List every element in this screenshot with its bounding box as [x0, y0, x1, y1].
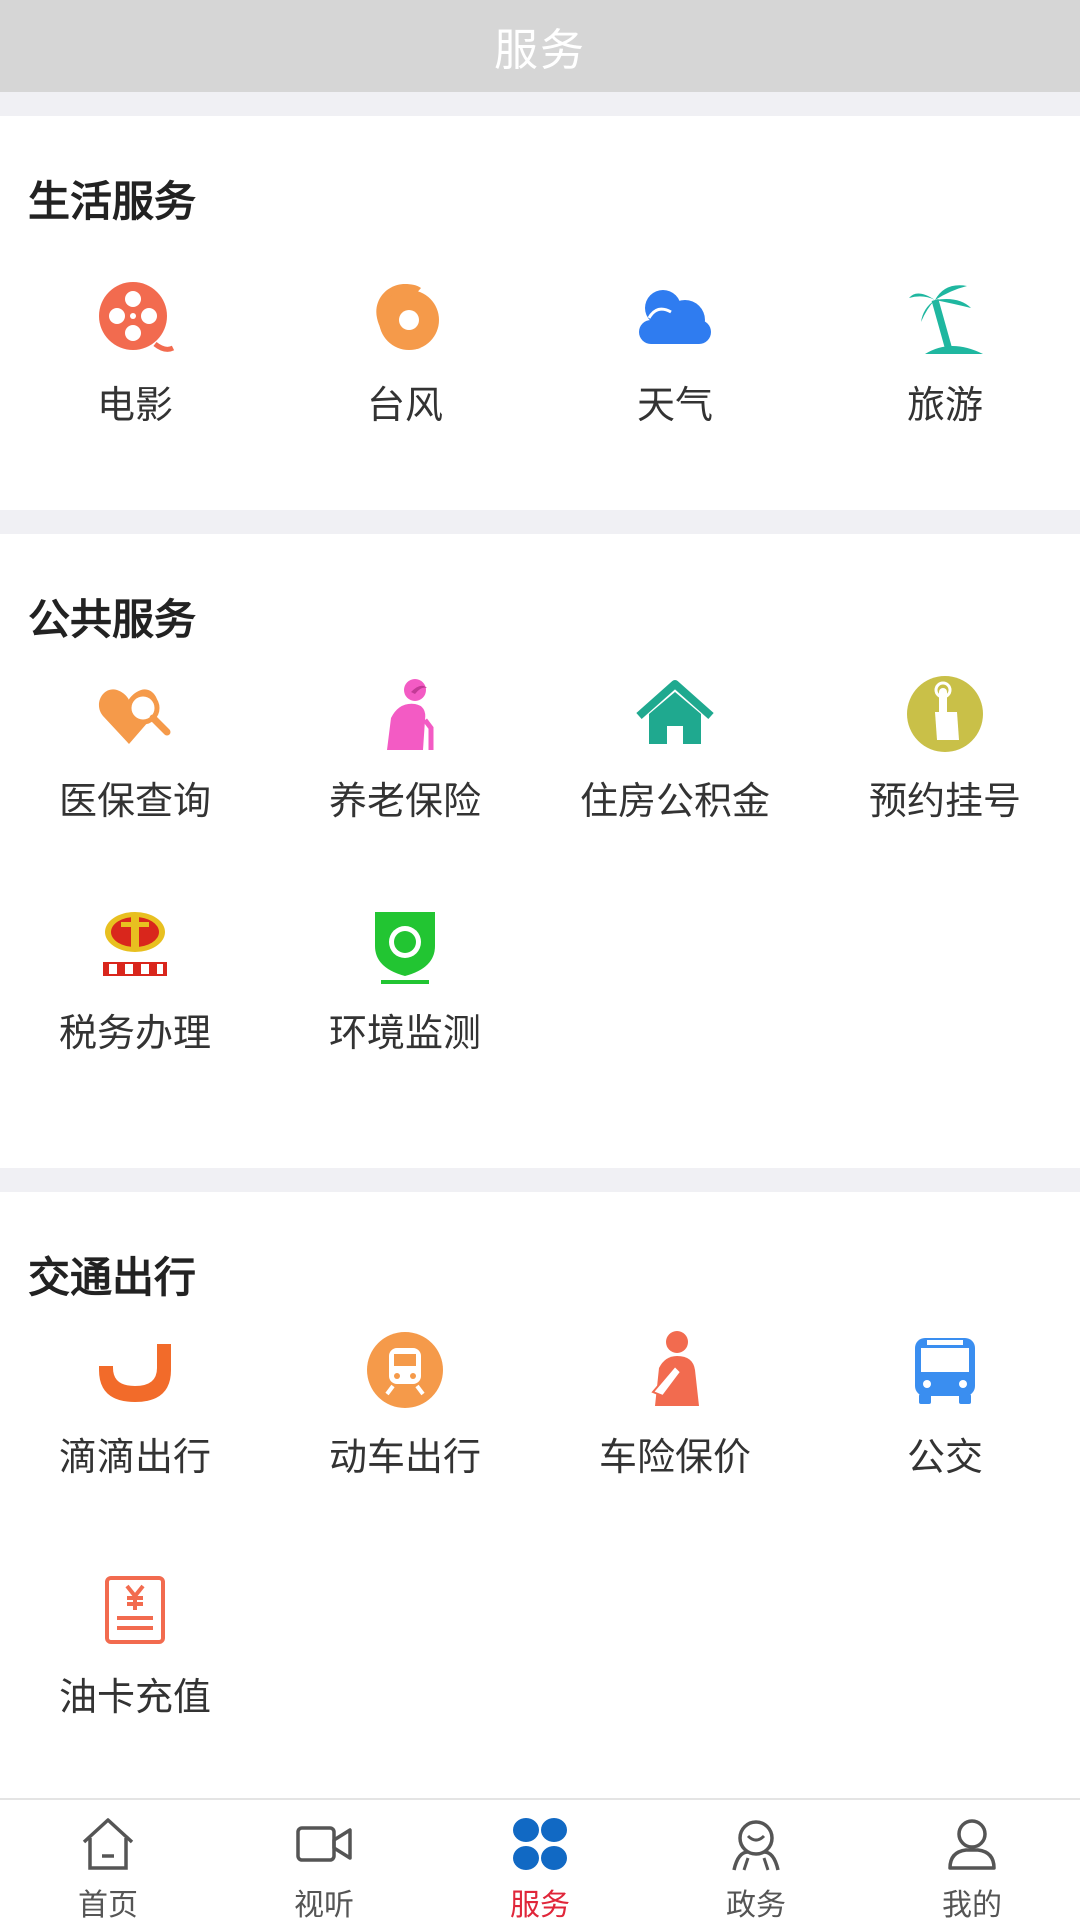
nav-item-profile[interactable]: 我的	[864, 1800, 1080, 1920]
service-tile-medical-insurance[interactable]: 医保查询	[0, 674, 270, 864]
nav-label: 服务	[510, 1888, 570, 1920]
didi-logo-icon	[95, 1330, 175, 1410]
service-label: 油卡充值	[58, 1675, 211, 1719]
service-label: 住房公积金	[579, 779, 770, 823]
heart-search-icon	[95, 674, 175, 754]
grid-dots-icon	[510, 1814, 570, 1874]
palm-tree-icon	[905, 278, 985, 358]
service-tile-train[interactable]: 动车出行	[270, 1330, 540, 1520]
service-label: 台风	[366, 383, 443, 427]
service-label: 电影	[96, 383, 173, 427]
section-life-services: 生活服务 电影 台风 天气 旅游	[0, 116, 1080, 510]
service-tile-car-insurance[interactable]: 车险保价	[540, 1330, 810, 1520]
government-icon	[726, 1814, 786, 1874]
service-label: 养老保险	[328, 779, 481, 823]
service-label: 车险保价	[598, 1435, 751, 1479]
service-tile-pension[interactable]: 养老保险	[270, 674, 540, 864]
section-public-services: 公共服务 医保查询 养老保险 住房公积金 预约挂号 税务办理 环境监测	[0, 534, 1080, 1168]
service-label: 环境监测	[328, 1011, 481, 1055]
service-tile-weather[interactable]: 天气	[540, 278, 810, 468]
service-tile-appointment[interactable]: 预约挂号	[810, 674, 1080, 864]
service-tile-tax[interactable]: 税务办理	[0, 906, 270, 1096]
service-tile-didi[interactable]: 滴滴出行	[0, 1330, 270, 1520]
service-tile-housing-fund[interactable]: 住房公积金	[540, 674, 810, 864]
tap-finger-icon	[905, 674, 985, 754]
service-tile-fuel-card[interactable]: 油卡充值	[0, 1570, 270, 1760]
injured-person-icon	[635, 1330, 715, 1410]
user-icon	[942, 1814, 1002, 1874]
service-label: 预约挂号	[868, 779, 1021, 823]
typhoon-icon	[365, 278, 445, 358]
train-icon	[365, 1330, 445, 1410]
service-page: 服务 生活服务 电影 台风 天气 旅游 公共服务 医保查询 养老保险 住房公积金…	[0, 0, 1080, 1920]
service-label: 滴滴出行	[58, 1435, 211, 1479]
house-icon	[635, 674, 715, 754]
page-title: 服务	[494, 25, 586, 76]
service-label: 税务办理	[58, 1011, 211, 1055]
section-transport: 交通出行 滴滴出行 动车出行 车险保价 公交 油卡充值	[0, 1192, 1080, 1798]
service-tile-travel[interactable]: 旅游	[810, 278, 1080, 468]
nav-label: 我的	[942, 1888, 1002, 1920]
service-tile-bus[interactable]: 公交	[810, 1330, 1080, 1520]
home-icon	[78, 1814, 138, 1874]
bottom-nav: 首页 视听 服务 政务 我的	[0, 1798, 1080, 1920]
service-label: 公交	[906, 1435, 983, 1479]
environment-badge-icon	[365, 906, 445, 986]
service-label: 天气	[636, 383, 713, 427]
video-icon	[294, 1814, 354, 1874]
nav-item-video[interactable]: 视听	[216, 1800, 432, 1920]
service-tile-environment[interactable]: 环境监测	[270, 906, 540, 1096]
service-label: 医保查询	[58, 779, 211, 823]
nav-item-services[interactable]: 服务	[432, 1800, 648, 1920]
section-title: 生活服务	[28, 177, 197, 226]
service-label: 动车出行	[328, 1435, 481, 1479]
nav-label: 视听	[294, 1888, 354, 1920]
nav-label: 政务	[726, 1888, 786, 1920]
cloud-icon	[635, 278, 715, 358]
tax-emblem-icon	[95, 906, 175, 986]
nav-label: 首页	[78, 1888, 138, 1920]
top-bar: 服务	[0, 0, 1080, 92]
nav-item-home[interactable]: 首页	[0, 1800, 216, 1920]
bus-icon	[905, 1330, 985, 1410]
service-tile-movie[interactable]: 电影	[0, 278, 270, 468]
section-title: 交通出行	[28, 1253, 197, 1302]
elder-icon	[365, 674, 445, 754]
film-reel-icon	[95, 278, 175, 358]
service-tile-typhoon[interactable]: 台风	[270, 278, 540, 468]
section-title: 公共服务	[28, 595, 197, 644]
service-label: 旅游	[906, 383, 983, 427]
yuan-receipt-icon	[95, 1570, 175, 1650]
nav-item-government[interactable]: 政务	[648, 1800, 864, 1920]
